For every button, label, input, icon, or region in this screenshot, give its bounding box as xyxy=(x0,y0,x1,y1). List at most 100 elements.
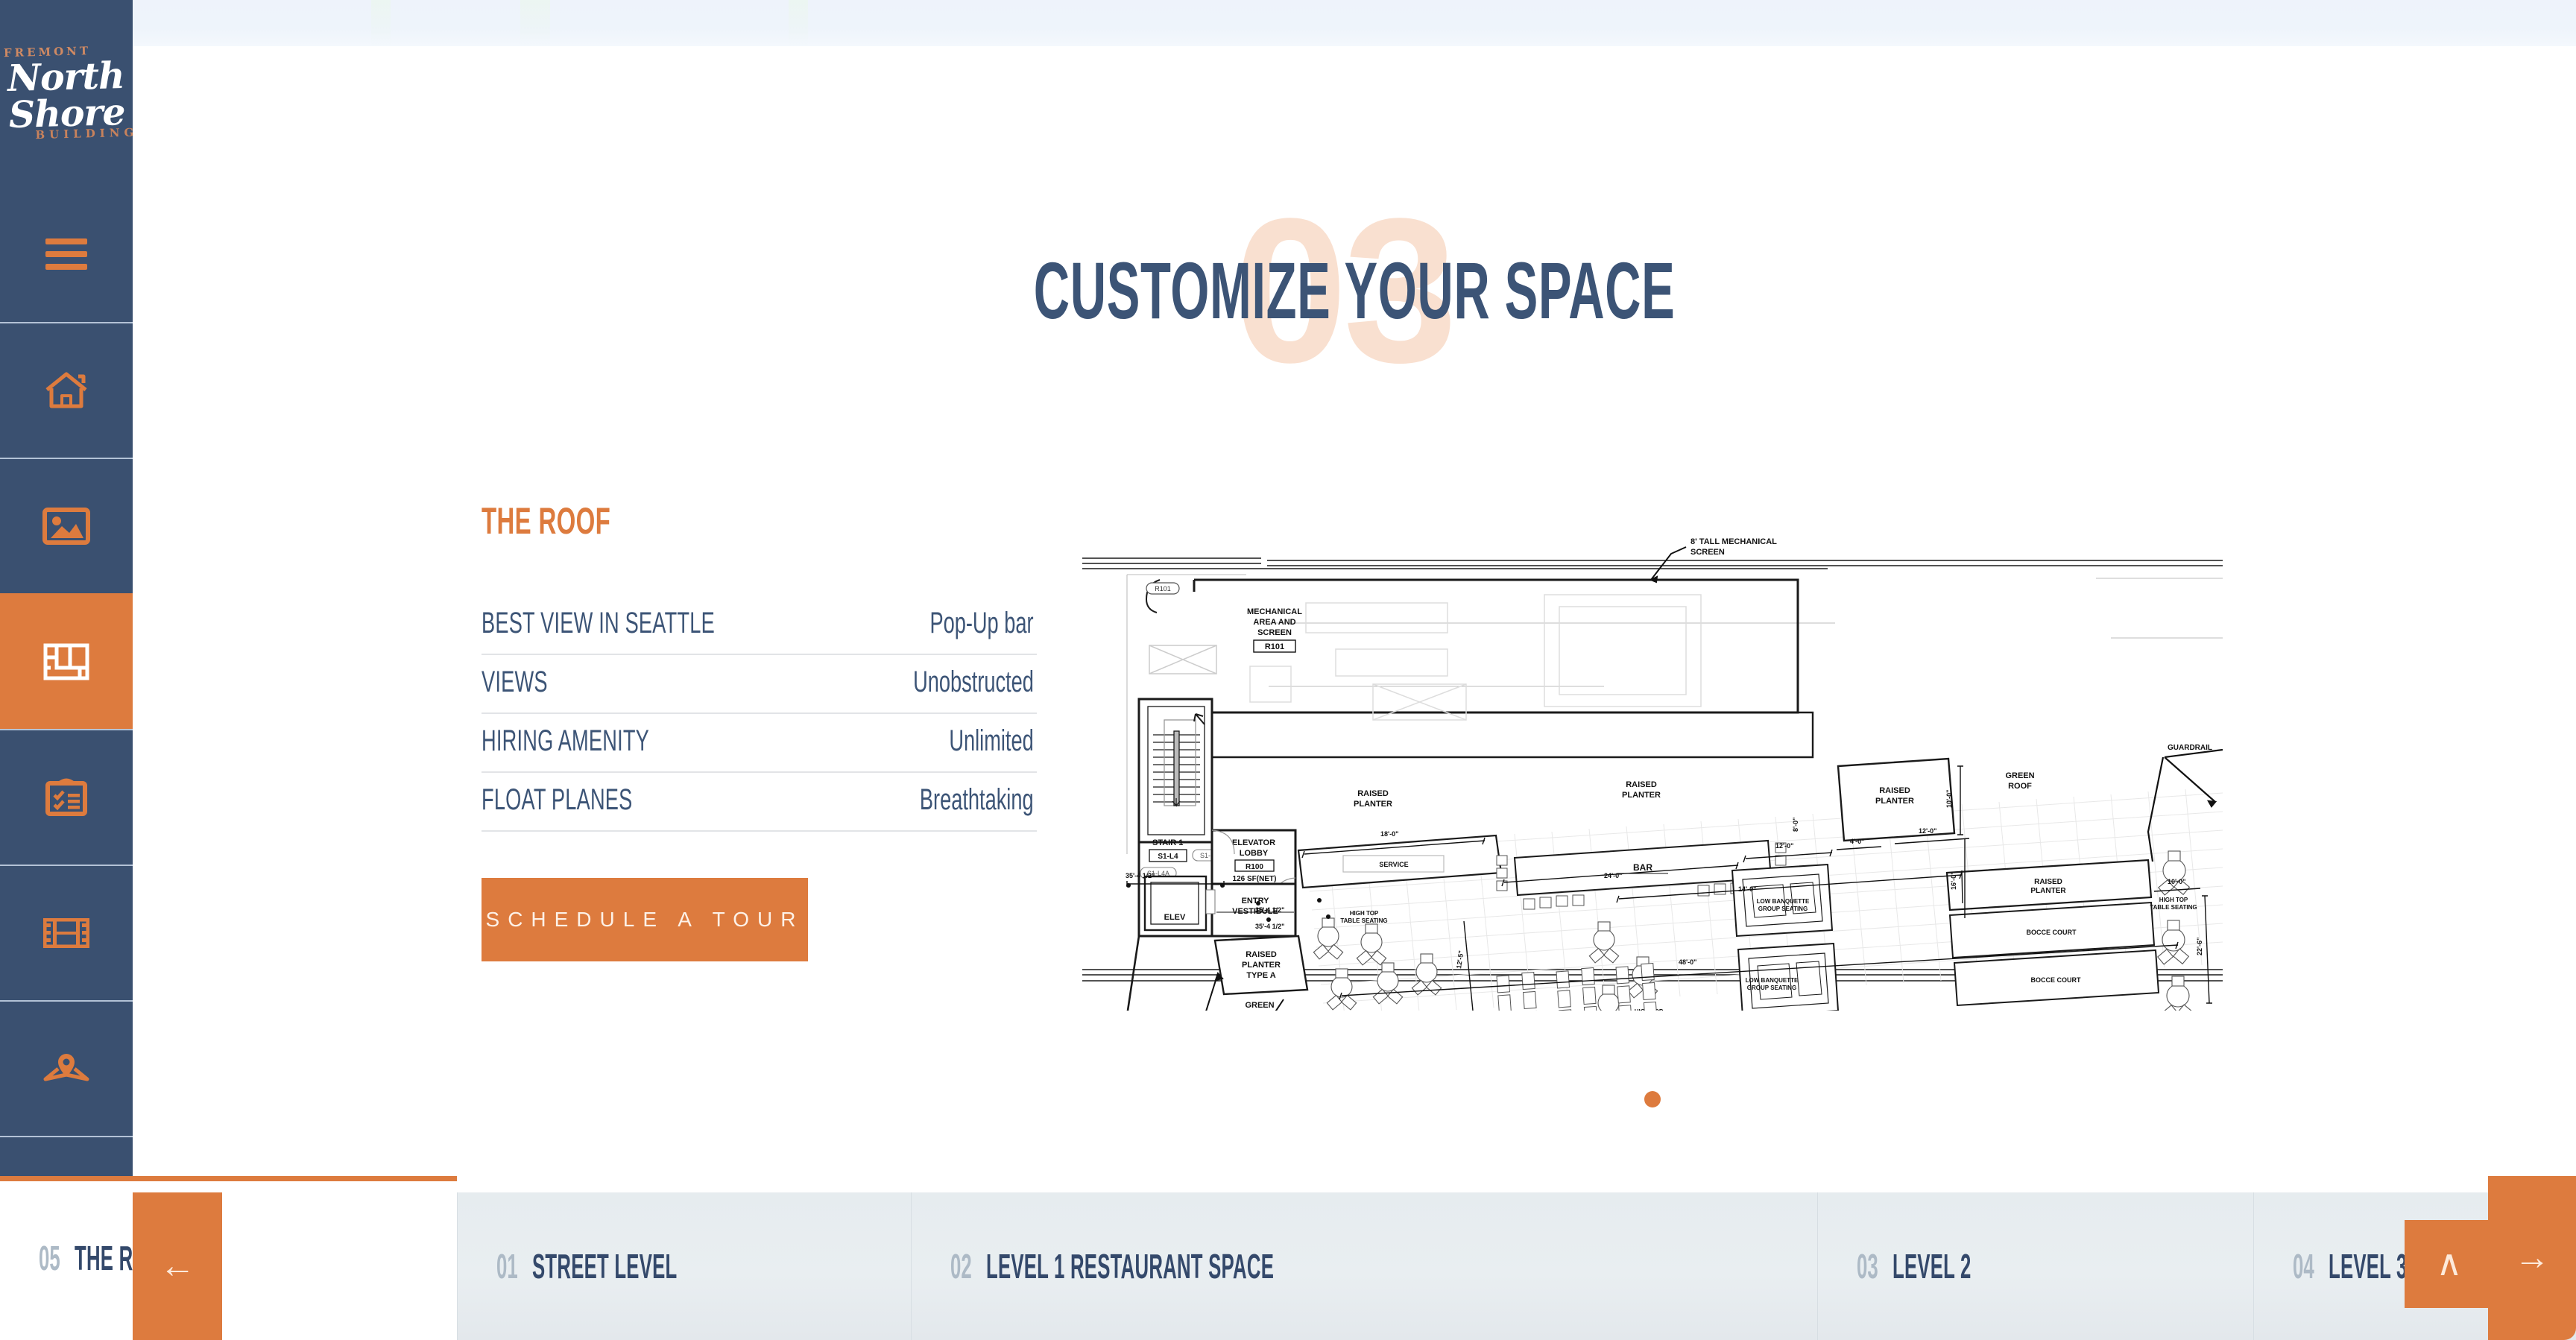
svg-text:PLANTER: PLANTER xyxy=(1622,791,1661,800)
svg-text:BAR: BAR xyxy=(1633,862,1652,873)
svg-text:HIGH TOP: HIGH TOP xyxy=(1350,910,1379,917)
svg-text:BOCCE COURT: BOCCE COURT xyxy=(2027,929,2077,936)
svg-text:ELEV: ELEV xyxy=(1164,913,1186,922)
arrow-left-icon: ← xyxy=(160,1246,195,1286)
svg-text:SCREEN: SCREEN xyxy=(1257,628,1292,637)
floorplan-image[interactable]: R101 8' TALL MECHANICAL SCREEN MECHANICA… xyxy=(1082,534,2223,1011)
svg-text:TYPE A: TYPE A xyxy=(1246,971,1275,980)
spec-key: FLOAT PLANES xyxy=(482,783,633,816)
brand-logo[interactable]: FREMONT North Shore BUILDING xyxy=(0,0,139,186)
page-title: CUSTOMIZE YOUR SPACE xyxy=(1033,245,1676,335)
svg-text:R101: R101 xyxy=(1155,585,1171,592)
svg-text:48'-0": 48'-0" xyxy=(1679,958,1696,966)
svg-text:STAIR 1: STAIR 1 xyxy=(1152,838,1183,847)
page-root: FREMONT North Shore BUILDING 03 CUSTOMIZ… xyxy=(0,0,2576,1340)
svg-text:RAISED: RAISED xyxy=(1626,780,1657,789)
tab-number: 04 xyxy=(2293,1247,2314,1286)
svg-text:ROOF: ROOF xyxy=(2008,782,2032,791)
svg-text:GROUP SEATING: GROUP SEATING xyxy=(1758,906,1808,912)
svg-text:LOW BANQUETTE: LOW BANQUETTE xyxy=(1757,898,1810,905)
svg-text:R100: R100 xyxy=(1246,863,1263,871)
floorplan-carousel-dots[interactable] xyxy=(1082,1084,2223,1114)
spec-value: Breathtaking xyxy=(920,783,1034,816)
floorplan-icon xyxy=(43,643,89,680)
arrow-right-icon: → xyxy=(2514,1238,2550,1277)
svg-text:12'-0": 12'-0" xyxy=(1775,842,1793,850)
sidebar-item-menu[interactable] xyxy=(0,186,133,322)
spec-value: Unlimited xyxy=(949,724,1034,757)
svg-text:24'-0": 24'-0" xyxy=(1604,872,1622,879)
spec-key: BEST VIEW IN SEATTLE xyxy=(482,607,715,639)
tab-level-1-restaurant-space[interactable]: 02 LEVEL 1 RESTAURANT SPACE xyxy=(911,1192,1817,1340)
svg-text:RAISED: RAISED xyxy=(1246,950,1277,959)
svg-text:GREEN: GREEN xyxy=(2005,771,2034,780)
svg-text:12'-0": 12'-0" xyxy=(1919,827,1936,835)
svg-text:22'-6": 22'-6" xyxy=(2196,938,2203,955)
sidebar-item-video[interactable] xyxy=(0,865,133,1000)
spec-row: FLOAT PLANES Breathtaking xyxy=(482,773,1037,832)
clipboard-checklist-icon xyxy=(45,778,87,817)
floor-tabs: 05 THE ROOF 01 STREET LEVEL 02 LEVEL 1 R… xyxy=(0,1176,2576,1340)
spec-key: HIRING AMENITY xyxy=(482,724,650,757)
sidebar-item-gallery[interactable] xyxy=(0,458,133,593)
tab-the-roof[interactable]: 05 THE ROOF xyxy=(0,1176,457,1340)
tab-label: STREET LEVEL xyxy=(532,1247,678,1286)
svg-text:PLANTER: PLANTER xyxy=(1354,800,1392,809)
sidebar-item-specs[interactable] xyxy=(0,729,133,865)
svg-text:35'-4 1/2": 35'-4 1/2" xyxy=(1255,906,1284,914)
svg-text:GROUP SEATING: GROUP SEATING xyxy=(1747,985,1796,991)
svg-text:18'-0": 18'-0" xyxy=(1380,830,1398,838)
carousel-dot-active[interactable] xyxy=(1644,1091,1661,1107)
svg-text:35'-4 1/2": 35'-4 1/2" xyxy=(1126,872,1155,879)
svg-text:R101: R101 xyxy=(1265,642,1284,651)
svg-text:ELEVATOR: ELEVATOR xyxy=(1232,838,1275,847)
svg-text:ENTRY: ENTRY xyxy=(1242,897,1270,906)
home-icon xyxy=(44,370,89,411)
top-section-peek xyxy=(133,0,2576,46)
brand-post: BUILDING xyxy=(35,125,139,142)
svg-text:GREEN: GREEN xyxy=(1245,1001,1274,1010)
svg-text:S1-L4: S1-L4 xyxy=(1158,853,1178,861)
tab-number: 03 xyxy=(1857,1247,1878,1286)
svg-text:TABLE SEATING: TABLE SEATING xyxy=(1340,917,1387,924)
svg-text:SERVICE: SERVICE xyxy=(1379,861,1408,868)
sidebar-item-floorplans[interactable] xyxy=(0,593,133,729)
svg-text:8' TALL MECHANICAL: 8' TALL MECHANICAL xyxy=(1690,537,1777,546)
map-pin-icon xyxy=(43,1052,89,1085)
svg-text:35'-4 1/2": 35'-4 1/2" xyxy=(1255,923,1284,930)
chevron-up-icon: ∧ xyxy=(2436,1244,2463,1283)
sidebar: FREMONT North Shore BUILDING xyxy=(0,0,139,1340)
spec-value: Unobstructed xyxy=(913,666,1034,698)
svg-text:SCREEN: SCREEN xyxy=(1690,548,1725,557)
svg-text:PLANTER: PLANTER xyxy=(1875,797,1914,806)
next-floor-button[interactable]: → xyxy=(2488,1176,2576,1340)
tab-street-level[interactable]: 01 STREET LEVEL xyxy=(457,1192,911,1340)
scroll-up-button[interactable]: ∧ xyxy=(2405,1220,2494,1308)
svg-text:MECHANICAL: MECHANICAL xyxy=(1247,607,1302,616)
svg-text:10'-0": 10'-0" xyxy=(2168,878,2185,885)
spec-row: HIRING AMENITY Unlimited xyxy=(482,714,1037,773)
floor-info-panel: THE ROOF BEST VIEW IN SEATTLE Pop-Up bar… xyxy=(482,499,1037,961)
brand-name: North Shore xyxy=(7,53,126,137)
tab-number: 02 xyxy=(950,1247,972,1286)
sidebar-item-home[interactable] xyxy=(0,322,133,458)
svg-text:TABLE SEATING: TABLE SEATING xyxy=(2150,904,2197,911)
svg-text:PLANTER: PLANTER xyxy=(2030,887,2066,895)
floor-title: THE ROOF xyxy=(482,500,611,542)
film-strip-icon xyxy=(43,918,89,948)
spec-row: VIEWS Unobstructed xyxy=(482,655,1037,714)
spec-key: VIEWS xyxy=(482,666,548,698)
previous-floor-button[interactable]: ← xyxy=(133,1192,222,1340)
tab-level-2[interactable]: 03 LEVEL 2 xyxy=(1817,1192,2253,1340)
svg-text:126 SF(NET): 126 SF(NET) xyxy=(1233,875,1277,883)
tab-label: LEVEL 1 RESTAURANT SPACE xyxy=(986,1247,1275,1286)
svg-text:RAISED: RAISED xyxy=(2034,878,2062,886)
schedule-a-tour-button[interactable]: SCHEDULE A TOUR xyxy=(482,878,808,961)
sidebar-item-location[interactable] xyxy=(0,1000,133,1136)
gallery-image-icon xyxy=(42,508,90,545)
tab-number: 01 xyxy=(496,1247,518,1286)
spec-row: BEST VIEW IN SEATTLE Pop-Up bar xyxy=(482,596,1037,655)
svg-text:4'-0": 4'-0" xyxy=(1850,838,1864,845)
svg-text:GUARDRAIL: GUARDRAIL xyxy=(2168,744,2212,752)
spec-table: BEST VIEW IN SEATTLE Pop-Up bar VIEWS Un… xyxy=(482,596,1037,832)
